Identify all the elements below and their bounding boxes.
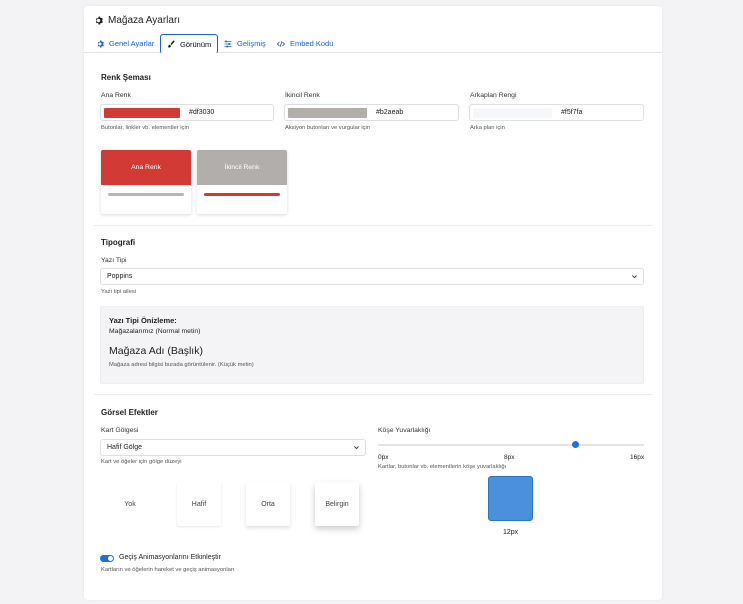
radius-min-label: 0px <box>378 454 389 461</box>
tab-label: Embed Kodu <box>290 39 334 48</box>
page-header: Mağaza Ayarları <box>94 15 180 26</box>
font-preview-title: Yazı Tipi Önizleme: <box>109 316 177 325</box>
secondary-color-swatch[interactable] <box>288 108 367 118</box>
animation-help: Kartların ve öğelerin hareket ve geçiş a… <box>101 567 235 573</box>
card-shadow-help: Kart ve öğeler için gölge düzeyi <box>101 459 182 465</box>
secondary-color-preview-card: İkincil Renk <box>197 150 287 214</box>
secondary-preview-bar <box>204 193 280 196</box>
gear-icon <box>95 16 103 25</box>
tab-embed-code[interactable]: Embed Kodu <box>271 34 339 53</box>
card-shadow-select[interactable]: Hafif Gölge <box>100 439 366 456</box>
background-color-help: Arka plan için <box>470 125 505 131</box>
primary-preview-header: Ana Renk <box>101 150 191 185</box>
shadow-option-medium[interactable]: Orta <box>246 482 290 526</box>
tab-label: Gelişmiş <box>237 39 266 48</box>
divider <box>94 225 652 226</box>
primary-color-preview-card: Ana Renk <box>101 150 191 214</box>
font-family-select[interactable]: Poppins <box>100 268 644 285</box>
chevron-down-icon <box>354 446 359 450</box>
background-color-hex: #f5f7fa <box>561 109 583 116</box>
tab-advanced[interactable]: Gelişmiş <box>218 34 272 53</box>
background-color-field[interactable]: #f5f7fa <box>469 104 644 121</box>
secondary-preview-header: İkincil Renk <box>197 150 287 185</box>
shadow-option-strong[interactable]: Belirgin <box>315 482 359 526</box>
animation-toggle[interactable] <box>100 555 114 562</box>
primary-color-swatch[interactable] <box>104 108 180 118</box>
code-icon <box>277 40 285 47</box>
tab-general[interactable]: Genel Ayarlar <box>90 34 160 53</box>
secondary-color-field[interactable]: #b2aeab <box>284 104 459 121</box>
secondary-color-hex: #b2aeab <box>376 109 404 116</box>
primary-color-label: Ana Renk <box>101 92 131 99</box>
radius-max-label: 16px <box>630 454 645 461</box>
tab-label: Genel Ayarlar <box>109 39 155 48</box>
tab-appearance[interactable]: Görünüm <box>160 34 219 54</box>
corner-radius-value: 12px <box>503 529 519 536</box>
corner-radius-help: Kartlar, butonlar vb. elementlerin köşe … <box>378 464 507 470</box>
font-family-value: Poppins <box>107 273 133 280</box>
primary-color-help: Butonlar, linkler vb. elementler için <box>101 125 189 131</box>
primary-preview-bar <box>108 193 184 196</box>
font-family-help: Yazı tipi ailesi <box>101 289 137 295</box>
chevron-down-icon <box>632 275 637 279</box>
card-shadow-label: Kart Gölgesi <box>101 427 139 434</box>
card-shadow-value: Hafif Gölge <box>107 444 143 451</box>
font-preview-heading: Mağaza Adı (Başlık) <box>109 345 203 357</box>
background-color-label: Arkaplan Rengi <box>470 92 517 99</box>
corner-radius-preview <box>488 476 533 521</box>
shadow-option-light[interactable]: Hafif <box>177 482 221 526</box>
section-title-typography: Tipografi <box>101 238 136 247</box>
shadow-option-none[interactable]: Yok <box>108 482 152 526</box>
section-title-effects: Görsel Efektler <box>101 408 158 417</box>
font-preview-normal: Mağazalarımız (Normal metin) <box>109 328 201 335</box>
page-title: Mağaza Ayarları <box>108 15 181 26</box>
corner-radius-slider-track[interactable] <box>378 444 644 446</box>
primary-color-hex: #df3030 <box>189 109 215 116</box>
primary-color-field[interactable]: #df3030 <box>100 104 274 121</box>
section-title-colors: Renk Şeması <box>101 73 151 82</box>
font-preview-small: Mağaza adresi bilgisi burada görüntüleni… <box>109 362 254 368</box>
tab-label: Görünüm <box>180 39 212 49</box>
gear-icon <box>97 40 104 47</box>
tab-bar: Genel Ayarlar Görünüm Gelişmiş Embed Kod… <box>84 33 662 54</box>
animation-toggle-label: Geçiş Animasyonlarını Etkinleştir <box>119 554 221 561</box>
settings-card: Mağaza Ayarları Genel Ayarlar Görünüm Ge… <box>84 6 662 600</box>
font-family-label: Yazı Tipi <box>101 257 127 264</box>
divider <box>94 394 652 395</box>
brush-icon <box>167 40 175 48</box>
secondary-color-label: İkincil Renk <box>285 92 320 99</box>
secondary-color-help: Aksiyon butonları ve vurgular için <box>285 125 371 131</box>
corner-radius-label: Köşe Yuvarlaklığı <box>378 427 431 434</box>
background-color-swatch[interactable] <box>473 108 552 118</box>
corner-radius-slider-thumb[interactable] <box>572 441 579 448</box>
radius-mid-label: 8px <box>504 454 515 461</box>
font-preview-box: Yazı Tipi Önizleme: Mağazalarımız (Norma… <box>100 306 644 384</box>
sliders-icon <box>224 40 232 47</box>
